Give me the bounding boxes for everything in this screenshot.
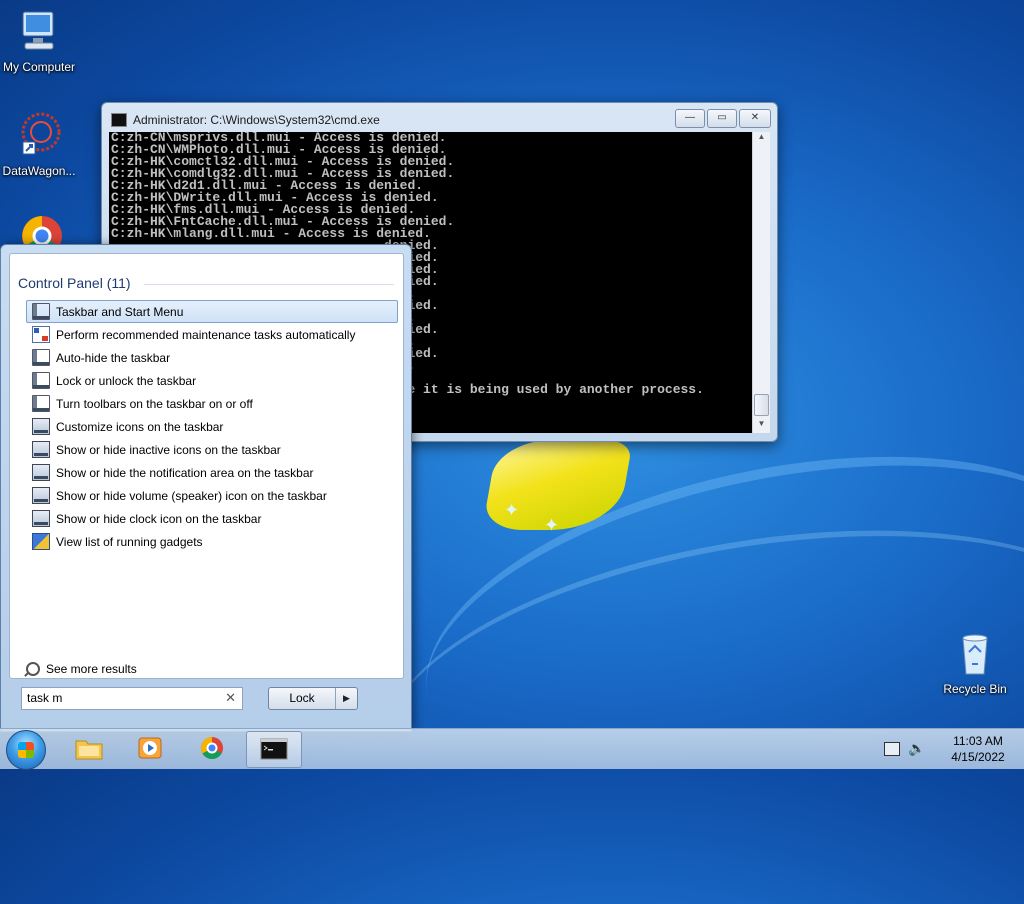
taskbar-explorer-button[interactable] (62, 731, 116, 766)
scroll-down-arrow-icon[interactable]: ▼ (753, 419, 770, 433)
folder-icon (75, 740, 103, 760)
cmd-title-text: Administrator: C:\Windows\System32\cmd.e… (133, 113, 380, 127)
result-item[interactable]: Customize icons on the taskbar (26, 415, 398, 438)
taskbar-chrome-button[interactable] (185, 731, 239, 766)
chrome-icon (201, 737, 223, 759)
start-menu: Control Panel (11) Taskbar and Start Men… (0, 244, 412, 732)
maintenance-icon (32, 326, 50, 343)
result-item-label: View list of running gadgets (56, 534, 203, 549)
notification-icon (32, 487, 50, 504)
result-item-label: Auto-hide the taskbar (56, 350, 171, 365)
taskbar-media-player-button[interactable] (123, 731, 177, 766)
network-icon[interactable] (884, 742, 900, 756)
scroll-up-arrow-icon[interactable]: ▲ (753, 132, 770, 146)
start-button[interactable] (6, 730, 46, 770)
scroll-thumb[interactable] (754, 394, 769, 416)
taskbar-icon (32, 395, 50, 412)
taskbar-icon (32, 303, 50, 320)
power-options-arrow-icon[interactable]: ▶ (336, 688, 357, 709)
system-clock[interactable]: 11:03 AM 4/15/2022 (936, 733, 1020, 765)
cmd-scrollbar[interactable]: ▲ ▼ (752, 132, 770, 433)
notification-icon (32, 441, 50, 458)
desktop-icon-label: Recycle Bin (943, 682, 1007, 696)
clock-date: 4/15/2022 (951, 750, 1005, 764)
taskbar-cmd-button[interactable] (246, 731, 302, 768)
start-search-box[interactable]: ✕ (21, 687, 243, 710)
result-item-label: Taskbar and Start Menu (56, 304, 184, 319)
minimize-button[interactable]: — (675, 109, 705, 128)
result-item-label: Show or hide clock icon on the taskbar (56, 511, 262, 526)
result-item[interactable]: Turn toolbars on the taskbar on or off (26, 392, 398, 415)
taskbar: 🔈 11:03 AM 4/15/2022 (0, 728, 1024, 770)
desktop-icon-label: My Computer (2, 60, 76, 74)
result-item[interactable]: Show or hide clock icon on the taskbar (26, 507, 398, 530)
result-item-label: Lock or unlock the taskbar (56, 373, 197, 388)
result-item-label: Show or hide inactive icons on the taskb… (56, 442, 281, 457)
datawagon-icon (15, 112, 63, 160)
lock-button-group: Lock ▶ (268, 687, 358, 710)
desktop-icon-datawagon[interactable]: DataWagon... (0, 112, 81, 178)
result-item[interactable]: Lock or unlock the taskbar (26, 369, 398, 392)
search-results-pane: Control Panel (11) Taskbar and Start Men… (9, 253, 404, 679)
see-more-results-link[interactable]: See more results (26, 662, 137, 676)
taskbar-icon (32, 349, 50, 366)
gadget-icon (32, 533, 50, 550)
desktop-icon-label: DataWagon... (2, 164, 76, 178)
cmd-icon (111, 113, 127, 127)
results-list: Taskbar and Start Menu Perform recommende… (26, 300, 398, 553)
start-search-input[interactable] (22, 688, 217, 707)
result-item[interactable]: Taskbar and Start Menu (26, 300, 398, 323)
result-item[interactable]: Show or hide the notification area on th… (26, 461, 398, 484)
wallpaper-sparkle: ✦ (544, 515, 560, 535)
desktop-icon-my-computer[interactable]: My Computer (0, 8, 81, 74)
wallpaper-sparkle: ✦ (504, 500, 520, 520)
header-divider (144, 284, 394, 285)
result-item[interactable]: Auto-hide the taskbar (26, 346, 398, 369)
recycle-bin-icon (951, 630, 999, 678)
windows-logo-icon (18, 742, 34, 758)
computer-icon (15, 8, 63, 56)
clock-time: 11:03 AM (953, 734, 1003, 748)
result-item-label: Customize icons on the taskbar (56, 419, 224, 434)
notification-area: 🔈 11:03 AM 4/15/2022 (874, 729, 1024, 769)
notification-icon (32, 510, 50, 527)
cmd-icon (260, 738, 288, 760)
result-item-label: Show or hide volume (speaker) icon on th… (56, 488, 327, 503)
results-group-header[interactable]: Control Panel (11) (18, 275, 131, 291)
result-item-label: Perform recommended maintenance tasks au… (56, 327, 356, 342)
result-item[interactable]: Show or hide volume (speaker) icon on th… (26, 484, 398, 507)
notification-icon (32, 464, 50, 481)
cmd-titlebar[interactable]: Administrator: C:\Windows\System32\cmd.e… (111, 111, 380, 129)
media-player-icon (138, 737, 162, 759)
result-item[interactable]: Perform recommended maintenance tasks au… (26, 323, 398, 346)
result-item-label: Show or hide the notification area on th… (56, 465, 314, 480)
desktop-icon-recycle-bin[interactable]: Recycle Bin (933, 630, 1017, 696)
close-button[interactable]: ✕ (739, 109, 771, 128)
result-item[interactable]: Show or hide inactive icons on the taskb… (26, 438, 398, 461)
clear-search-icon[interactable]: ✕ (225, 690, 236, 706)
taskbar-icon (32, 372, 50, 389)
see-more-label: See more results (46, 662, 137, 676)
notification-icon (32, 418, 50, 435)
result-item-label: Turn toolbars on the taskbar on or off (56, 396, 253, 411)
search-icon (26, 662, 40, 676)
result-item[interactable]: View list of running gadgets (26, 530, 398, 553)
volume-icon[interactable]: 🔈 (908, 740, 925, 757)
maximize-button[interactable]: ▭ (707, 109, 737, 128)
lock-button[interactable]: Lock (269, 688, 336, 709)
